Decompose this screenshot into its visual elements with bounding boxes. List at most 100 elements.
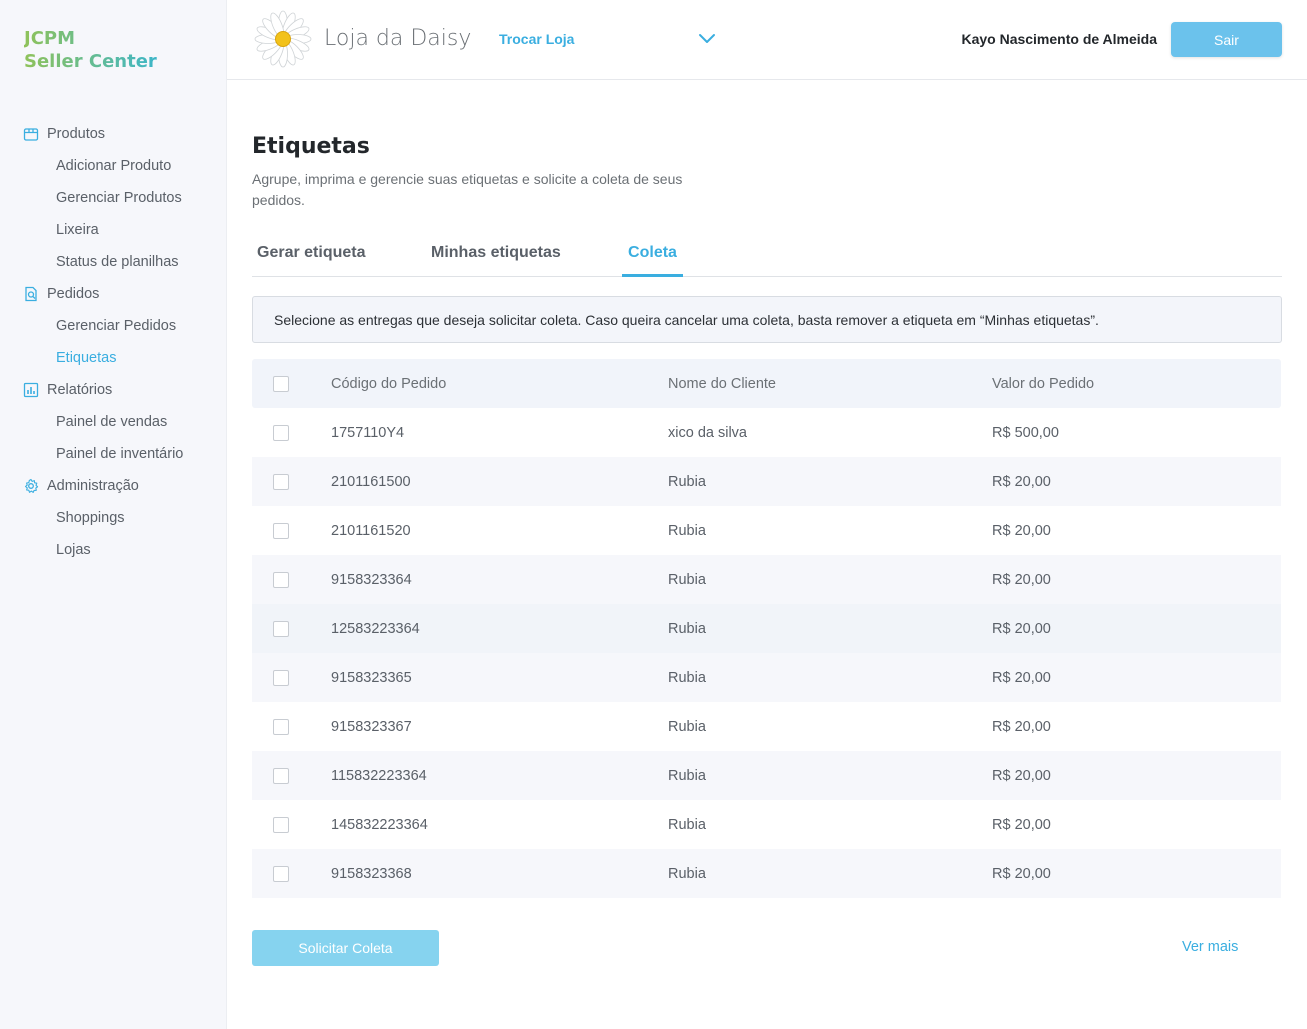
- tab-coleta[interactable]: Coleta: [622, 244, 683, 277]
- row-checkbox[interactable]: [273, 522, 289, 539]
- client-name: Rubia: [668, 522, 706, 539]
- sidebar-item-status-planilhas[interactable]: Status de planilhas: [0, 246, 227, 278]
- client-name: Rubia: [668, 571, 706, 588]
- sidebar-item-lojas[interactable]: Lojas: [0, 534, 227, 566]
- order-value: R$ 20,00: [992, 473, 1051, 490]
- page-title: Etiquetas: [252, 134, 370, 159]
- order-value: R$ 20,00: [992, 522, 1051, 539]
- sidebar-nav: Produtos Adicionar Produto Gerenciar Pro…: [0, 118, 227, 580]
- table-row[interactable]: 2101161520 Rubia R$ 20,00: [252, 506, 1281, 555]
- row-checkbox[interactable]: [273, 718, 289, 735]
- column-header-order-value: Valor do Pedido: [992, 375, 1095, 392]
- info-banner: Selecione as entregas que deseja solicit…: [252, 296, 1282, 343]
- tab-minhas-etiquetas[interactable]: Minhas etiquetas: [431, 244, 561, 277]
- table-row[interactable]: 1757110Y4 xico da silva R$ 500,00: [252, 408, 1281, 457]
- table-row[interactable]: 2101161500 Rubia R$ 20,00: [252, 457, 1281, 506]
- order-code: 145832223364: [331, 816, 428, 833]
- sidebar: JCPM Seller Center Produtos Adicionar Pr…: [0, 0, 227, 1029]
- search-document-icon: [23, 286, 39, 302]
- order-code: 9158323367: [331, 718, 412, 735]
- sidebar-section-relatorios[interactable]: Relatórios: [0, 374, 227, 406]
- order-value: R$ 20,00: [992, 816, 1051, 833]
- order-code: 9158323364: [331, 571, 412, 588]
- row-checkbox[interactable]: [273, 473, 289, 490]
- sidebar-item-lixeira[interactable]: Lixeira: [0, 214, 227, 246]
- see-more-link[interactable]: Ver mais: [1182, 939, 1238, 955]
- brand-line1: JCPM: [24, 28, 76, 49]
- switch-store-dropdown[interactable]: Trocar Loja: [499, 31, 574, 47]
- sidebar-section-label: Pedidos: [47, 286, 100, 302]
- sidebar-item-painel-vendas[interactable]: Painel de vendas: [0, 406, 227, 438]
- bar-chart-icon: [23, 382, 39, 398]
- row-checkbox[interactable]: [273, 767, 289, 784]
- client-name: Rubia: [668, 620, 706, 637]
- client-name: xico da silva: [668, 424, 747, 441]
- order-value: R$ 20,00: [992, 718, 1051, 735]
- brand-line2: Seller Center: [24, 51, 157, 72]
- sidebar-item-adicionar-produto[interactable]: Adicionar Produto: [0, 150, 227, 182]
- order-value: R$ 500,00: [992, 424, 1059, 441]
- chevron-down-icon[interactable]: [697, 31, 717, 47]
- order-code: 9158323368: [331, 865, 412, 882]
- column-header-client-name: Nome do Cliente: [668, 375, 776, 392]
- order-code: 12583223364: [331, 620, 420, 637]
- sidebar-item-gerenciar-pedidos[interactable]: Gerenciar Pedidos: [0, 310, 227, 342]
- table-header: Código do Pedido Nome do Cliente Valor d…: [252, 359, 1281, 408]
- table-row[interactable]: 9158323368 Rubia R$ 20,00: [252, 849, 1281, 898]
- tab-gerar-etiqueta[interactable]: Gerar etiqueta: [257, 244, 365, 277]
- daisy-flower-logo: [253, 9, 313, 69]
- sidebar-section-pedidos[interactable]: Pedidos: [0, 278, 227, 310]
- top-header: Loja da Daisy Trocar Loja Kayo Nasciment…: [227, 0, 1307, 80]
- order-value: R$ 20,00: [992, 620, 1051, 637]
- sidebar-section-label: Produtos: [47, 126, 106, 142]
- row-checkbox[interactable]: [273, 865, 289, 882]
- order-value: R$ 20,00: [992, 865, 1051, 882]
- row-checkbox[interactable]: [273, 816, 289, 833]
- client-name: Rubia: [668, 669, 706, 686]
- brand-logo[interactable]: JCPM Seller Center: [24, 27, 157, 73]
- client-name: Rubia: [668, 865, 706, 882]
- box-icon: [23, 126, 39, 142]
- sidebar-section-label: Administração: [47, 478, 139, 494]
- client-name: Rubia: [668, 767, 706, 784]
- page-description: Agrupe, imprima e gerencie suas etiqueta…: [252, 171, 683, 208]
- order-value: R$ 20,00: [992, 669, 1051, 686]
- order-code: 1757110Y4: [331, 424, 405, 441]
- user-name: Kayo Nascimento de Almeida: [961, 31, 1157, 47]
- tabs-bar: Gerar etiqueta Minhas etiquetas Coleta: [252, 240, 1282, 277]
- order-code: 9158323365: [331, 669, 412, 686]
- orders-table: Código do Pedido Nome do Cliente Valor d…: [252, 359, 1281, 898]
- select-all-checkbox[interactable]: [273, 375, 289, 392]
- sidebar-section-label: Relatórios: [47, 382, 113, 398]
- table-row[interactable]: 12583223364 Rubia R$ 20,00: [252, 604, 1281, 653]
- order-code: 2101161520: [331, 522, 411, 539]
- order-value: R$ 20,00: [992, 767, 1051, 784]
- row-checkbox[interactable]: [273, 571, 289, 588]
- sidebar-item-painel-inventario[interactable]: Painel de inventário: [0, 438, 227, 470]
- client-name: Rubia: [668, 816, 706, 833]
- sidebar-item-gerenciar-produtos[interactable]: Gerenciar Produtos: [0, 182, 227, 214]
- sidebar-item-shoppings[interactable]: Shoppings: [0, 502, 227, 534]
- info-text: Selecione as entregas que deseja solicit…: [274, 311, 1099, 328]
- sidebar-section-administracao[interactable]: Administração: [0, 470, 227, 502]
- table-row[interactable]: 115832223364 Rubia R$ 20,00: [252, 751, 1281, 800]
- store-name: Loja da Daisy: [324, 26, 472, 51]
- sidebar-section-produtos[interactable]: Produtos: [0, 118, 227, 150]
- client-name: Rubia: [668, 473, 706, 490]
- order-code: 2101161500: [331, 473, 411, 490]
- client-name: Rubia: [668, 718, 706, 735]
- row-checkbox[interactable]: [273, 620, 289, 637]
- logout-button[interactable]: Sair: [1171, 22, 1282, 57]
- column-header-order-code: Código do Pedido: [331, 375, 447, 392]
- table-row[interactable]: 9158323365 Rubia R$ 20,00: [252, 653, 1281, 702]
- table-row[interactable]: 9158323367 Rubia R$ 20,00: [252, 702, 1281, 751]
- sidebar-item-etiquetas[interactable]: Etiquetas: [0, 342, 227, 374]
- row-checkbox[interactable]: [273, 669, 289, 686]
- gear-icon: [23, 478, 39, 494]
- request-collect-button[interactable]: Solicitar Coleta: [252, 930, 439, 966]
- table-row[interactable]: 145832223364 Rubia R$ 20,00: [252, 800, 1281, 849]
- table-row[interactable]: 9158323364 Rubia R$ 20,00: [252, 555, 1281, 604]
- row-checkbox[interactable]: [273, 424, 289, 441]
- order-value: R$ 20,00: [992, 571, 1051, 588]
- order-code: 115832223364: [331, 767, 427, 784]
